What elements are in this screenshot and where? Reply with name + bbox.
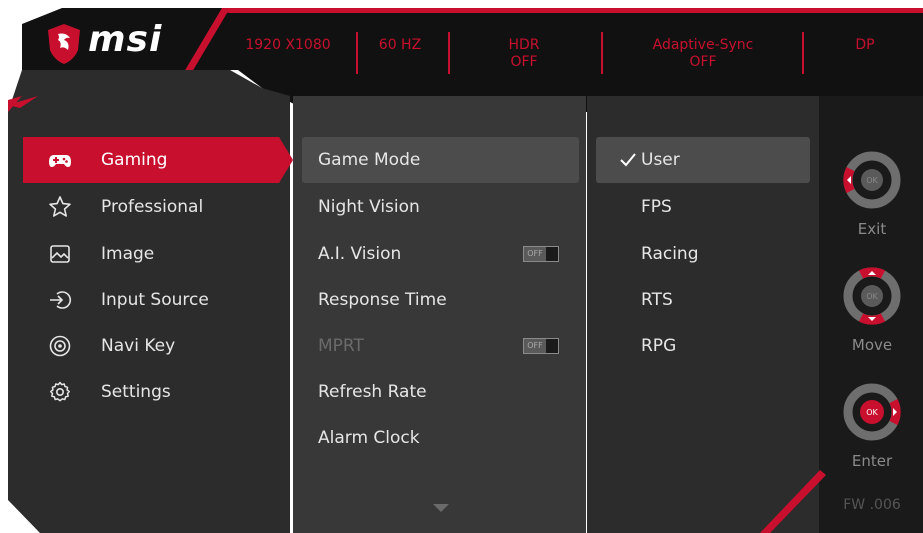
option-rpg[interactable]: RPG — [596, 323, 810, 369]
menu-item-label: Input Source — [101, 290, 209, 310]
mprt-toggle: OFF — [523, 338, 559, 354]
brand-wordmark: msi — [88, 19, 163, 60]
menu-item-label: Navi Key — [101, 336, 176, 356]
status-divider — [601, 32, 603, 74]
menu-item-input-source[interactable]: Input Source — [23, 277, 293, 323]
status-divider — [448, 32, 450, 74]
submenu-item-label: MPRT — [318, 336, 364, 356]
image-icon — [50, 245, 70, 263]
submenu-item-game-mode[interactable]: Game Mode — [302, 137, 579, 183]
toggle-label: OFF — [524, 247, 546, 261]
checkmark-icon — [620, 153, 636, 167]
menu-item-label: Gaming — [101, 150, 168, 170]
option-label: FPS — [641, 197, 672, 217]
ai-vision-toggle[interactable]: OFF — [523, 246, 559, 262]
submenu-item-label: Alarm Clock — [318, 428, 420, 448]
menu-item-gaming[interactable]: Gaming — [23, 137, 293, 183]
submenu-item-response-time[interactable]: Response Time — [302, 277, 579, 323]
status-adaptive-sync: Adaptive-Sync OFF — [652, 37, 754, 70]
option-label: User — [641, 150, 680, 170]
submenu-item-night-vision[interactable]: Night Vision — [302, 184, 579, 230]
option-label: RTS — [641, 290, 673, 310]
navi-move-icon: OK — [843, 267, 901, 325]
ok-label: OK — [866, 408, 878, 417]
menu-item-settings[interactable]: Settings — [23, 369, 293, 415]
toggle-label: OFF — [524, 339, 546, 353]
ok-label: OK — [866, 292, 878, 301]
menu-item-label: Settings — [101, 382, 171, 402]
msi-logo: msi — [44, 19, 219, 66]
status-resolution: 1920 X1080 — [245, 37, 331, 53]
dragon-shield-icon — [48, 24, 80, 64]
scroll-down-icon[interactable] — [432, 503, 450, 513]
option-label: Racing — [641, 244, 699, 264]
option-user[interactable]: User — [596, 137, 810, 183]
navi-enter-label: Enter — [851, 452, 893, 470]
status-input: DP — [855, 37, 875, 53]
navi-key-icon — [49, 335, 71, 357]
status-divider — [356, 32, 358, 74]
submenu-item-label: Refresh Rate — [318, 382, 427, 402]
menu-item-navi-key[interactable]: Navi Key — [23, 323, 293, 369]
navi-enter-icon: OK — [843, 383, 901, 441]
navi-exit-label: Exit — [857, 220, 887, 238]
ok-label: OK — [866, 176, 878, 185]
submenu-item-refresh-rate[interactable]: Refresh Rate — [302, 369, 579, 415]
star-icon — [49, 196, 71, 217]
menu-item-label: Professional — [101, 197, 204, 217]
submenu-item-mprt: MPRT OFF — [302, 323, 579, 369]
submenu-item-label: Game Mode — [318, 150, 421, 170]
navi-move-label: Move — [851, 336, 893, 354]
status-hdr: HDR OFF — [508, 37, 540, 70]
status-refresh: 60 HZ — [378, 37, 422, 53]
menu-item-image[interactable]: Image — [23, 231, 293, 277]
firmware-version: FW .006 — [843, 497, 901, 513]
submenu-item-ai-vision[interactable]: A.I. Vision OFF — [302, 231, 579, 277]
status-divider — [802, 32, 804, 74]
navi-exit-icon: OK — [843, 151, 901, 209]
gear-icon — [50, 381, 70, 402]
osd-window: msi 1920 X1080 60 HZ HDR OFF Adaptive-Sy… — [0, 0, 923, 533]
gamepad-icon — [49, 155, 71, 167]
menu-item-label: Image — [101, 244, 155, 264]
option-racing[interactable]: Racing — [596, 231, 810, 277]
option-label: RPG — [641, 336, 677, 356]
option-rts[interactable]: RTS — [596, 277, 810, 323]
menu-item-professional[interactable]: Professional — [23, 184, 293, 230]
input-source-icon — [50, 291, 72, 309]
submenu-item-label: Night Vision — [318, 197, 420, 217]
submenu-item-label: A.I. Vision — [318, 244, 402, 264]
option-fps[interactable]: FPS — [596, 184, 810, 230]
submenu-item-alarm-clock[interactable]: Alarm Clock — [302, 415, 579, 461]
submenu-item-label: Response Time — [318, 290, 447, 310]
